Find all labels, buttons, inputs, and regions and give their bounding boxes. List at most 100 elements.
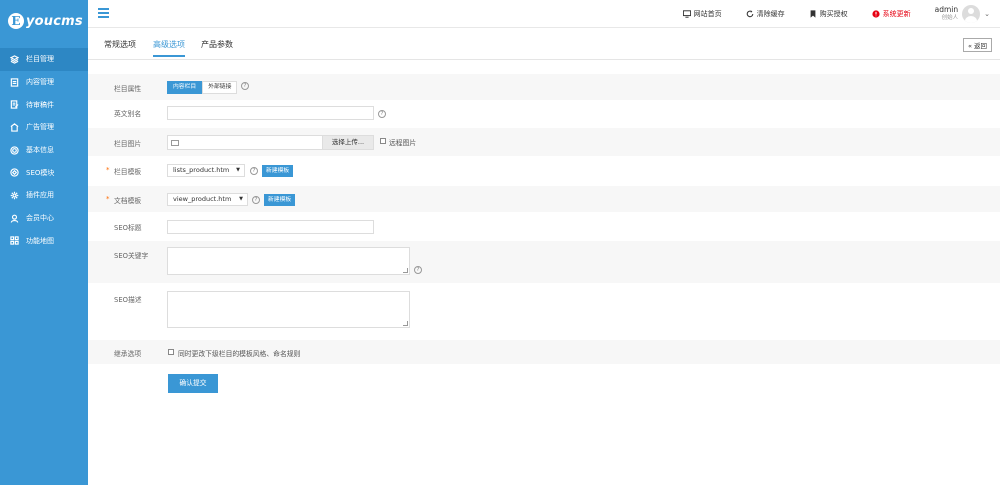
gear-icon <box>10 145 19 155</box>
sidebar-item-ads[interactable]: 广告管理 <box>0 116 88 139</box>
view-template-select[interactable]: view_product.htm ▼ <box>167 193 248 206</box>
form-tabs: 常规选项 高级选项 产品参数 « 返回 <box>88 28 1000 60</box>
seo-desc-textarea[interactable] <box>167 291 410 328</box>
dropdown-arrow-icon: ▼ <box>236 167 240 173</box>
avatar[interactable] <box>962 5 981 23</box>
resize-handle[interactable] <box>403 321 408 326</box>
help-icon[interactable]: ? <box>250 167 258 175</box>
help-icon[interactable]: ? <box>241 82 249 90</box>
user-name: admin <box>934 5 959 14</box>
new-list-template-button[interactable]: 新建模板 <box>262 165 294 177</box>
sidebar-item-category[interactable]: 栏目管理 <box>0 48 88 71</box>
sidebar-nav: 栏目管理 内容管理 待审稿件 广告管理 基本信息 SEO模块 插件应用 会员中心… <box>0 48 88 252</box>
grid-icon <box>10 236 19 246</box>
ad-icon <box>10 123 19 132</box>
inherit-label: 继承选项 <box>114 350 142 358</box>
seo-icon <box>10 168 19 177</box>
sidebar-item-function-map[interactable]: 功能地图 <box>0 230 88 253</box>
dropdown-arrow-icon: ▼ <box>239 196 243 202</box>
sidebar-item-content[interactable]: 内容管理 <box>0 71 88 94</box>
inherit-checkbox[interactable] <box>168 349 174 355</box>
submit-button[interactable]: 确认提交 <box>168 374 218 393</box>
alert-icon <box>872 10 880 18</box>
row-attr: 栏目属性 内容栏目 外部链接 ? <box>88 74 1000 100</box>
attr-option-content[interactable]: 内容栏目 <box>167 81 203 94</box>
attr-option-external[interactable]: 外部链接 <box>202 81 238 94</box>
help-icon[interactable]: ? <box>378 110 386 118</box>
monitor-icon <box>682 10 691 18</box>
row-seo-desc: SEO描述 <box>88 284 1000 336</box>
row-image: 栏目图片 选择上传... 远程图片 <box>88 128 1000 156</box>
sidebar-item-label: SEO模块 <box>26 168 55 177</box>
user-name-block: admin 创始人 <box>935 6 959 22</box>
list-template-value: lists_product.htm <box>173 166 230 174</box>
sidebar: E youcms 栏目管理 内容管理 待审稿件 广告管理 基本信息 SEO模块 <box>0 0 88 485</box>
tab-advanced[interactable]: 高级选项 <box>153 39 185 57</box>
chevron-down-icon[interactable]: ⌄ <box>984 10 990 18</box>
row-alias: 英文别名 ? <box>88 100 1000 126</box>
site-home-label: 网站首页 <box>693 10 722 18</box>
logo[interactable]: E youcms <box>0 0 88 42</box>
list-template-label: 栏目模板 <box>114 168 142 176</box>
row-seo-keywords: SEO关键字 ? <box>88 241 1000 283</box>
resize-handle[interactable] <box>403 268 408 273</box>
remote-image-checkbox[interactable] <box>380 138 386 144</box>
remote-image-label: 远程图片 <box>389 139 417 147</box>
user-menu[interactable]: admin 创始人 ⌄ <box>935 5 990 23</box>
clear-cache-link[interactable]: 清除缓存 <box>746 9 785 19</box>
clear-cache-label: 清除缓存 <box>756 10 785 18</box>
system-update-link[interactable]: 系统更新 <box>872 9 911 19</box>
upload-button[interactable]: 选择上传... <box>322 135 374 150</box>
logo-text: youcms <box>26 13 83 29</box>
view-template-value: view_product.htm <box>173 195 232 203</box>
seo-desc-label: SEO描述 <box>114 296 142 304</box>
menu-toggle-icon[interactable] <box>98 8 109 18</box>
top-header: 网站首页 清除缓存 购买授权 系统更新 admin 创始人 ⌄ <box>88 0 1000 28</box>
image-path-input[interactable] <box>167 135 323 150</box>
seo-title-label: SEO标题 <box>114 224 142 232</box>
sidebar-item-label: 插件应用 <box>26 191 54 200</box>
layers-icon <box>10 55 19 64</box>
required-mark: * <box>106 195 110 203</box>
refresh-icon <box>746 10 753 18</box>
back-button[interactable]: « 返回 <box>962 38 992 52</box>
user-role: 创始人 <box>941 15 959 21</box>
row-seo-title: SEO标题 <box>88 214 1000 240</box>
seo-title-input[interactable] <box>167 220 374 234</box>
sidebar-item-seo[interactable]: SEO模块 <box>0 161 88 184</box>
sidebar-item-label: 内容管理 <box>26 78 54 87</box>
plugin-icon <box>10 191 19 200</box>
sidebar-item-basic-info[interactable]: 基本信息 <box>0 139 88 162</box>
tab-product-params[interactable]: 产品参数 <box>201 39 233 57</box>
bookmark-icon <box>810 10 816 18</box>
sidebar-item-plugins[interactable]: 插件应用 <box>0 184 88 207</box>
attr-label: 栏目属性 <box>114 85 142 93</box>
sidebar-item-drafts[interactable]: 待审稿件 <box>0 93 88 116</box>
seo-keywords-label: SEO关键字 <box>114 252 149 260</box>
image-label: 栏目图片 <box>114 140 142 148</box>
tab-general[interactable]: 常规选项 <box>104 39 136 57</box>
document-icon <box>10 77 19 87</box>
list-template-select[interactable]: lists_product.htm ▼ <box>167 164 245 177</box>
seo-keywords-textarea[interactable] <box>167 247 410 275</box>
required-mark: * <box>106 166 110 174</box>
user-icon <box>10 214 19 223</box>
sidebar-item-members[interactable]: 会员中心 <box>0 207 88 230</box>
row-inherit: 继承选项 同时更改下级栏目的模板风格、命名规则 <box>88 340 1000 364</box>
sidebar-item-label: 栏目管理 <box>26 55 54 64</box>
view-template-label: 文档模板 <box>114 197 142 205</box>
help-icon[interactable]: ? <box>414 266 422 274</box>
buy-license-label: 购买授权 <box>819 10 848 18</box>
image-icon <box>171 140 179 146</box>
sidebar-item-label: 待审稿件 <box>26 100 54 109</box>
alias-input[interactable] <box>167 106 374 120</box>
new-view-template-button[interactable]: 新建模板 <box>264 194 296 206</box>
draft-icon <box>10 100 19 109</box>
site-home-link[interactable]: 网站首页 <box>682 9 722 19</box>
buy-license-link[interactable]: 购买授权 <box>809 9 848 19</box>
inherit-option-label: 同时更改下级栏目的模板风格、命名规则 <box>178 350 301 358</box>
help-icon[interactable]: ? <box>252 196 260 204</box>
logo-mark: E <box>8 13 24 29</box>
header-links: 网站首页 清除缓存 购买授权 系统更新 admin 创始人 ⌄ <box>682 0 1000 28</box>
attr-toggle: 内容栏目 外部链接 <box>167 81 238 94</box>
